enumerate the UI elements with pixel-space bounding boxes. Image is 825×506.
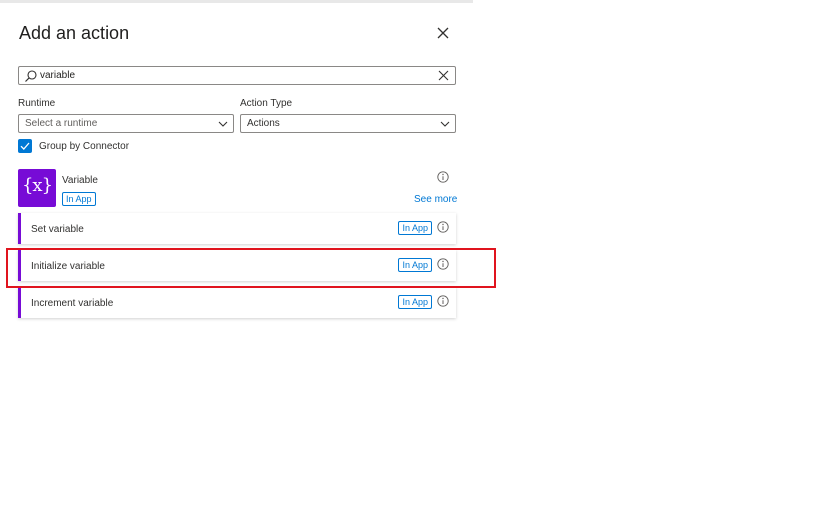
chevron-down-icon — [218, 121, 228, 127]
panel-title: Add an action — [19, 23, 130, 43]
action-type-label: Action Type — [240, 98, 293, 109]
search-icon — [25, 70, 37, 82]
in-app-badge: In App — [398, 221, 432, 235]
action-label: Set variable — [31, 224, 84, 235]
action-set-variable[interactable]: Set variable In App — [18, 213, 456, 244]
see-more-link[interactable]: See more — [414, 194, 457, 205]
in-app-badge: In App — [398, 258, 432, 272]
connector-name: Variable — [62, 175, 98, 186]
runtime-placeholder: Select a runtime — [25, 118, 98, 129]
info-icon[interactable] — [437, 171, 449, 183]
action-initialize-variable[interactable]: Initialize variable In App — [18, 250, 456, 281]
runtime-dropdown[interactable]: Select a runtime — [18, 114, 234, 133]
group-by-connector-checkbox[interactable] — [18, 139, 32, 153]
search-input[interactable] — [40, 68, 430, 83]
variable-connector-icon: {x} — [18, 169, 56, 207]
close-button[interactable] — [432, 22, 454, 44]
connector-in-app-badge: In App — [62, 192, 96, 206]
info-icon[interactable] — [437, 295, 449, 307]
in-app-badge: In App — [398, 295, 432, 309]
close-icon — [437, 27, 449, 39]
checkmark-icon — [20, 142, 30, 150]
action-label: Increment variable — [31, 298, 114, 309]
search-box[interactable] — [18, 66, 456, 85]
action-type-value: Actions — [247, 118, 280, 129]
info-icon[interactable] — [437, 258, 449, 270]
action-label: Initialize variable — [31, 261, 105, 272]
action-increment-variable[interactable]: Increment variable In App — [18, 287, 456, 318]
group-by-connector-label: Group by Connector — [39, 141, 130, 152]
chevron-down-icon — [440, 121, 450, 127]
top-divider — [0, 0, 473, 3]
action-type-dropdown[interactable]: Actions — [240, 114, 456, 133]
info-icon[interactable] — [437, 221, 449, 233]
clear-icon[interactable] — [438, 70, 449, 81]
runtime-label: Runtime — [18, 98, 56, 109]
